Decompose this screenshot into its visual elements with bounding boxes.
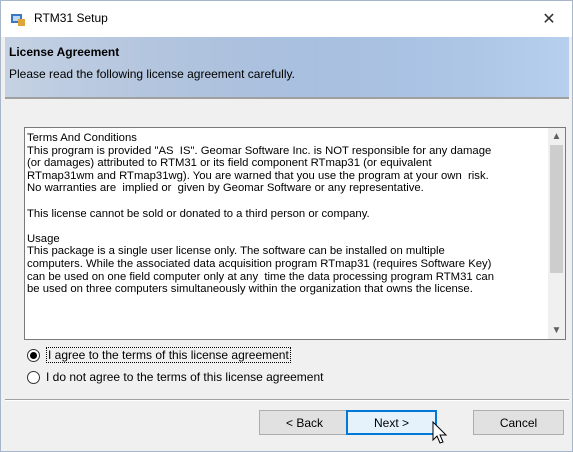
setup-window: RTM31 Setup ✕ License Agreement Please r…	[0, 0, 573, 452]
cancel-button[interactable]: Cancel	[473, 410, 564, 435]
vertical-scrollbar[interactable]: ▲ ▼	[548, 128, 565, 339]
back-button[interactable]: < Back	[259, 410, 350, 435]
close-button[interactable]: ✕	[526, 1, 572, 37]
scroll-thumb[interactable]	[550, 145, 563, 273]
page-title: License Agreement	[9, 45, 120, 59]
setup-icon	[11, 14, 25, 26]
agree-radio[interactable]	[27, 348, 40, 362]
back-button-label: < Back	[285, 415, 324, 430]
wizard-header: License Agreement Please read the follow…	[5, 37, 569, 99]
disagree-option[interactable]: I do not agree to the terms of this lice…	[27, 370, 324, 384]
next-button[interactable]: Next >	[346, 410, 437, 435]
license-text-box[interactable]: Terms And Conditions This program is pro…	[24, 127, 566, 340]
license-text: Terms And Conditions This program is pro…	[27, 132, 494, 296]
scroll-down-arrow-icon[interactable]: ▼	[548, 322, 565, 339]
mouse-pointer-icon	[432, 421, 448, 444]
close-icon: ✕	[542, 11, 556, 28]
window-title: RTM31 Setup	[34, 11, 108, 25]
next-button-label: Next >	[373, 415, 409, 430]
disagree-radio[interactable]	[27, 370, 40, 384]
scroll-up-arrow-icon[interactable]: ▲	[548, 128, 565, 145]
cancel-button-label: Cancel	[499, 415, 538, 430]
page-subtitle: Please read the following license agreem…	[9, 67, 295, 81]
agree-label[interactable]: I agree to the terms of this license agr…	[46, 347, 291, 363]
title-bar: RTM31 Setup ✕	[1, 1, 572, 37]
agree-option[interactable]: I agree to the terms of this license agr…	[27, 347, 291, 363]
disagree-label[interactable]: I do not agree to the terms of this lice…	[46, 370, 324, 384]
